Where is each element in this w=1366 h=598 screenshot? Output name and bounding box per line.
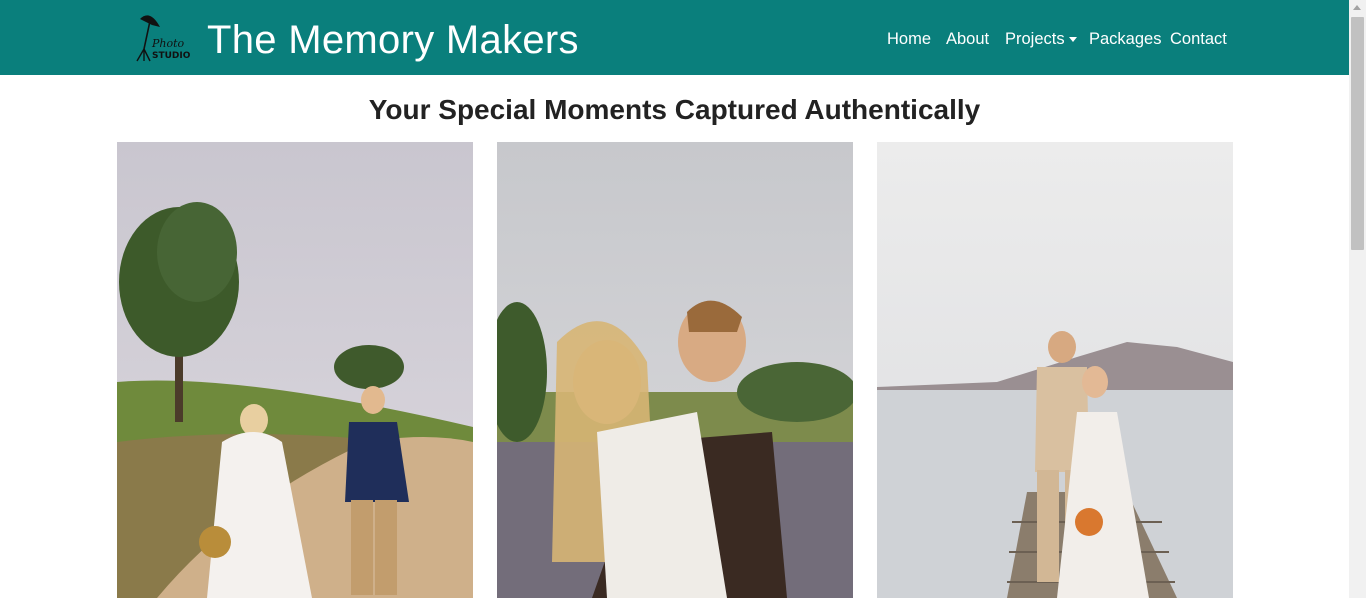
nav-contact-label[interactable]: Contact <box>1170 27 1227 51</box>
page-headline: Your Special Moments Captured Authentica… <box>368 94 981 125</box>
nav-about[interactable]: About <box>946 26 989 52</box>
logo-photo-text: Photo <box>151 37 185 50</box>
page-scrollbar[interactable] <box>1349 0 1366 598</box>
brand-title[interactable]: The Memory Makers <box>207 14 579 66</box>
nav-about-label[interactable]: About <box>946 27 989 51</box>
logo-studio-text: STUDIO <box>152 51 191 61</box>
wedding-photo-3[interactable] <box>877 142 1233 598</box>
chevron-down-icon <box>1068 36 1077 42</box>
scrollbar-thumb[interactable] <box>1351 17 1364 250</box>
nav-home-label[interactable]: Home <box>887 27 931 51</box>
wedding-photo-2[interactable] <box>497 142 853 598</box>
photo-studio-logo[interactable]: Photo STUDIO <box>132 11 194 63</box>
nav-home[interactable]: Home <box>887 26 931 52</box>
navbar: Photo STUDIO The Memory Makers Home Abou… <box>0 0 1349 75</box>
wedding-photo-1[interactable] <box>117 142 473 598</box>
scroll-up-arrow-icon[interactable] <box>1353 5 1361 10</box>
nav-projects-label[interactable]: Projects <box>1005 27 1065 51</box>
nav-projects-dropdown[interactable]: Projects <box>1005 26 1077 52</box>
nav-contact[interactable]: Contact <box>1170 26 1227 52</box>
nav-packages[interactable]: Packages <box>1089 26 1161 52</box>
nav-packages-label[interactable]: Packages <box>1089 27 1161 51</box>
